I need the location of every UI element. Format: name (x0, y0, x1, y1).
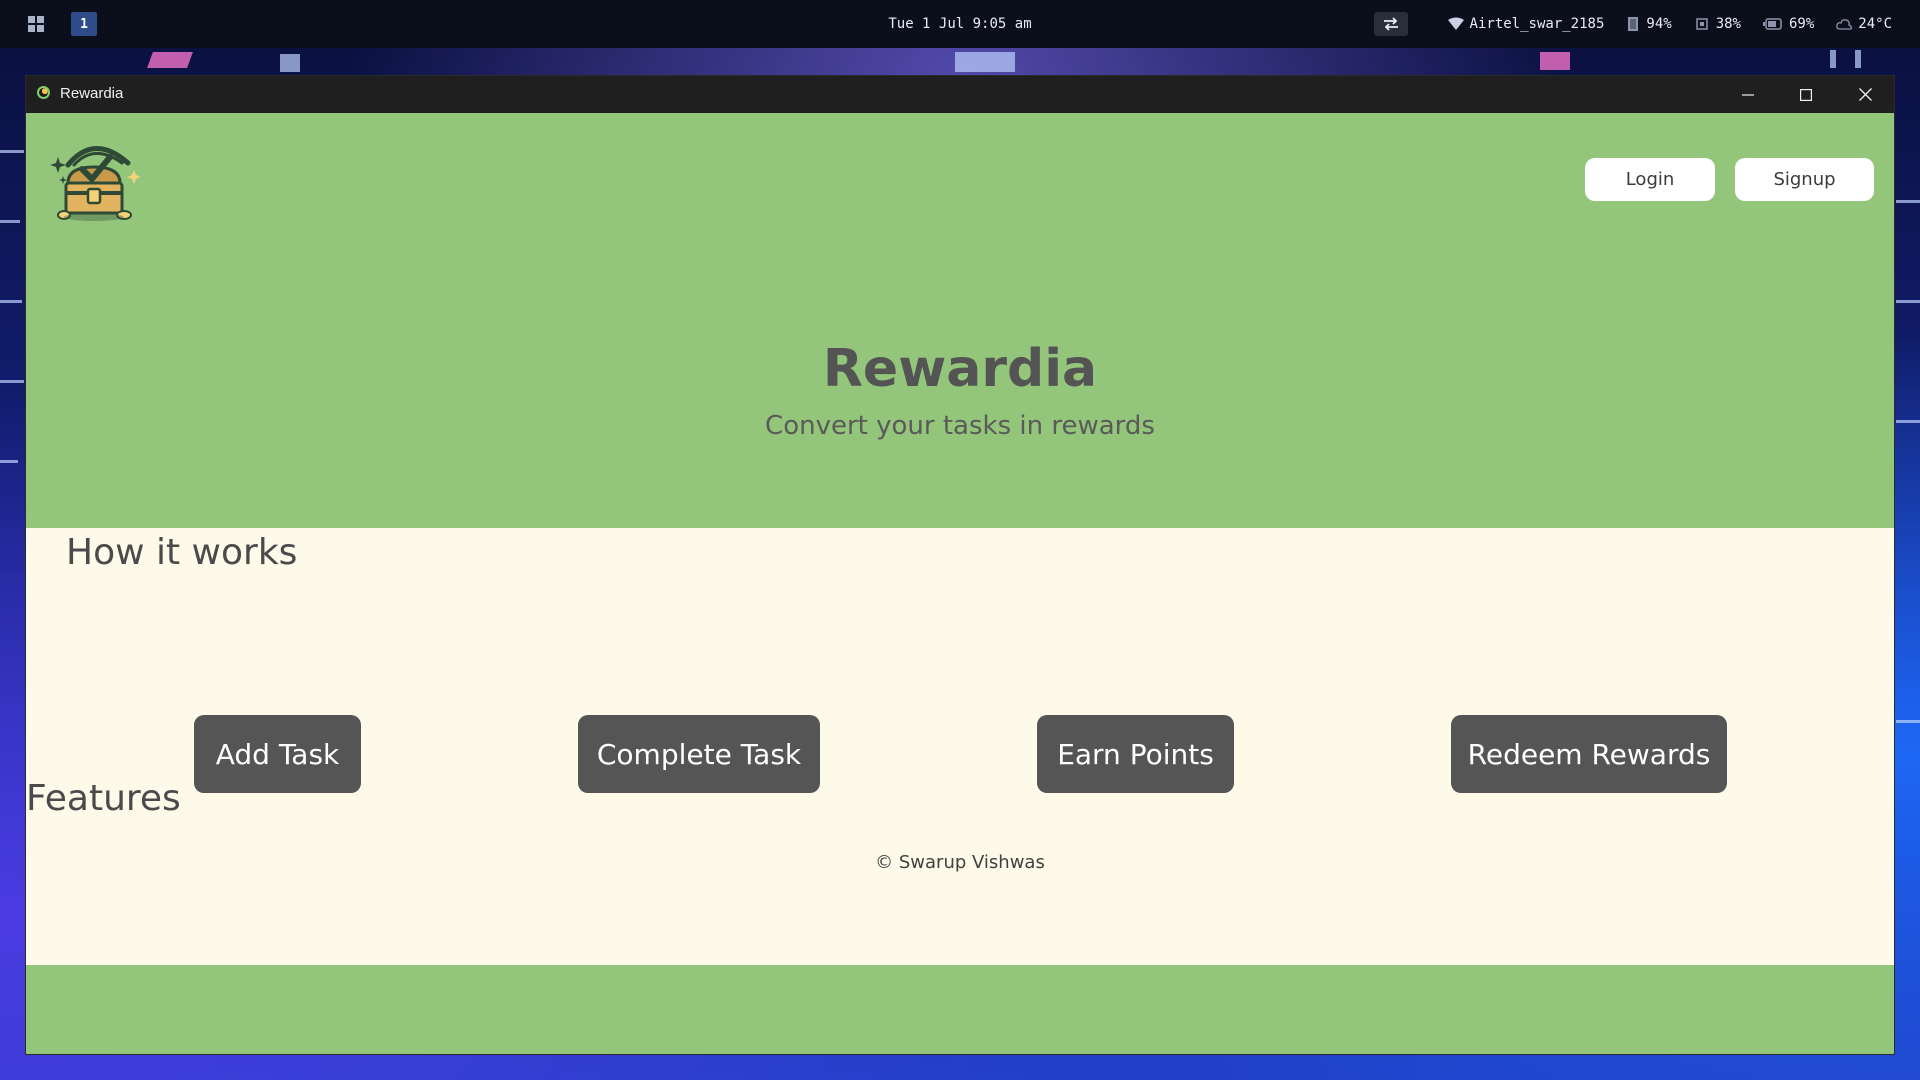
treasure-chest-logo-icon[interactable] (48, 135, 140, 227)
start-menu-icon[interactable] (28, 16, 44, 32)
step-add-task[interactable]: Add Task (194, 715, 361, 793)
cpu-icon (1695, 18, 1708, 30)
cpu-status[interactable]: 38% (1694, 16, 1741, 32)
signup-button[interactable]: Signup (1735, 158, 1874, 201)
step-complete-task[interactable]: Complete Task (578, 715, 820, 793)
wifi-status[interactable]: Airtel_swar_2185 (1447, 16, 1605, 32)
copyright-text: © Swarup Vishwas (875, 852, 1045, 873)
minimize-icon (1742, 93, 1754, 96)
maximize-icon (1800, 88, 1812, 101)
battery-status[interactable]: 69% (1762, 16, 1815, 32)
window-title: Rewardia (60, 85, 124, 102)
close-button[interactable] (1836, 76, 1894, 113)
memory-value: 94% (1646, 16, 1672, 32)
how-it-works-heading: How it works (66, 532, 298, 573)
weather-value: 24°C (1858, 16, 1892, 32)
minimize-button[interactable] (1719, 76, 1777, 113)
app-icon (37, 86, 50, 99)
window-titlebar[interactable]: Rewardia (26, 76, 1894, 113)
login-button[interactable]: Login (1585, 158, 1715, 201)
wifi-name: Airtel_swar_2185 (1469, 16, 1605, 32)
wifi-icon (1447, 17, 1464, 30)
close-icon (1858, 88, 1872, 101)
workspace-indicator[interactable]: 1 (71, 12, 97, 36)
features-heading: Features (26, 778, 181, 819)
weather-status[interactable]: 24°C (1836, 16, 1892, 32)
maximize-button[interactable] (1777, 76, 1835, 113)
app-window: Rewardia Login Signup Rewardia Convert y… (26, 76, 1894, 1054)
auth-buttons: Login Signup (1585, 158, 1874, 201)
swap-icon[interactable] (1374, 12, 1408, 36)
footer-band (26, 965, 1894, 1054)
hero-subtitle: Convert your tasks in rewards (765, 411, 1155, 441)
cpu-value: 38% (1715, 16, 1741, 32)
clock[interactable]: Tue 1 Jul 9:05 am (888, 16, 1031, 32)
step-redeem-rewards[interactable]: Redeem Rewards (1451, 715, 1727, 793)
memory-icon (1628, 17, 1639, 31)
memory-status[interactable]: 94% (1626, 16, 1672, 32)
how-it-works-steps: Add Task Complete Task Earn Points Redee… (26, 715, 1894, 793)
step-earn-points[interactable]: Earn Points (1037, 715, 1234, 793)
hero-section: Login Signup Rewardia Convert your tasks… (26, 113, 1894, 528)
battery-value: 69% (1788, 16, 1815, 32)
hero-title: Rewardia (822, 339, 1098, 399)
battery-icon (1762, 18, 1782, 30)
cloud-icon (1836, 19, 1853, 30)
system-taskbar: 1 Tue 1 Jul 9:05 am Airtel_swar_2185 94% (0, 0, 1920, 48)
